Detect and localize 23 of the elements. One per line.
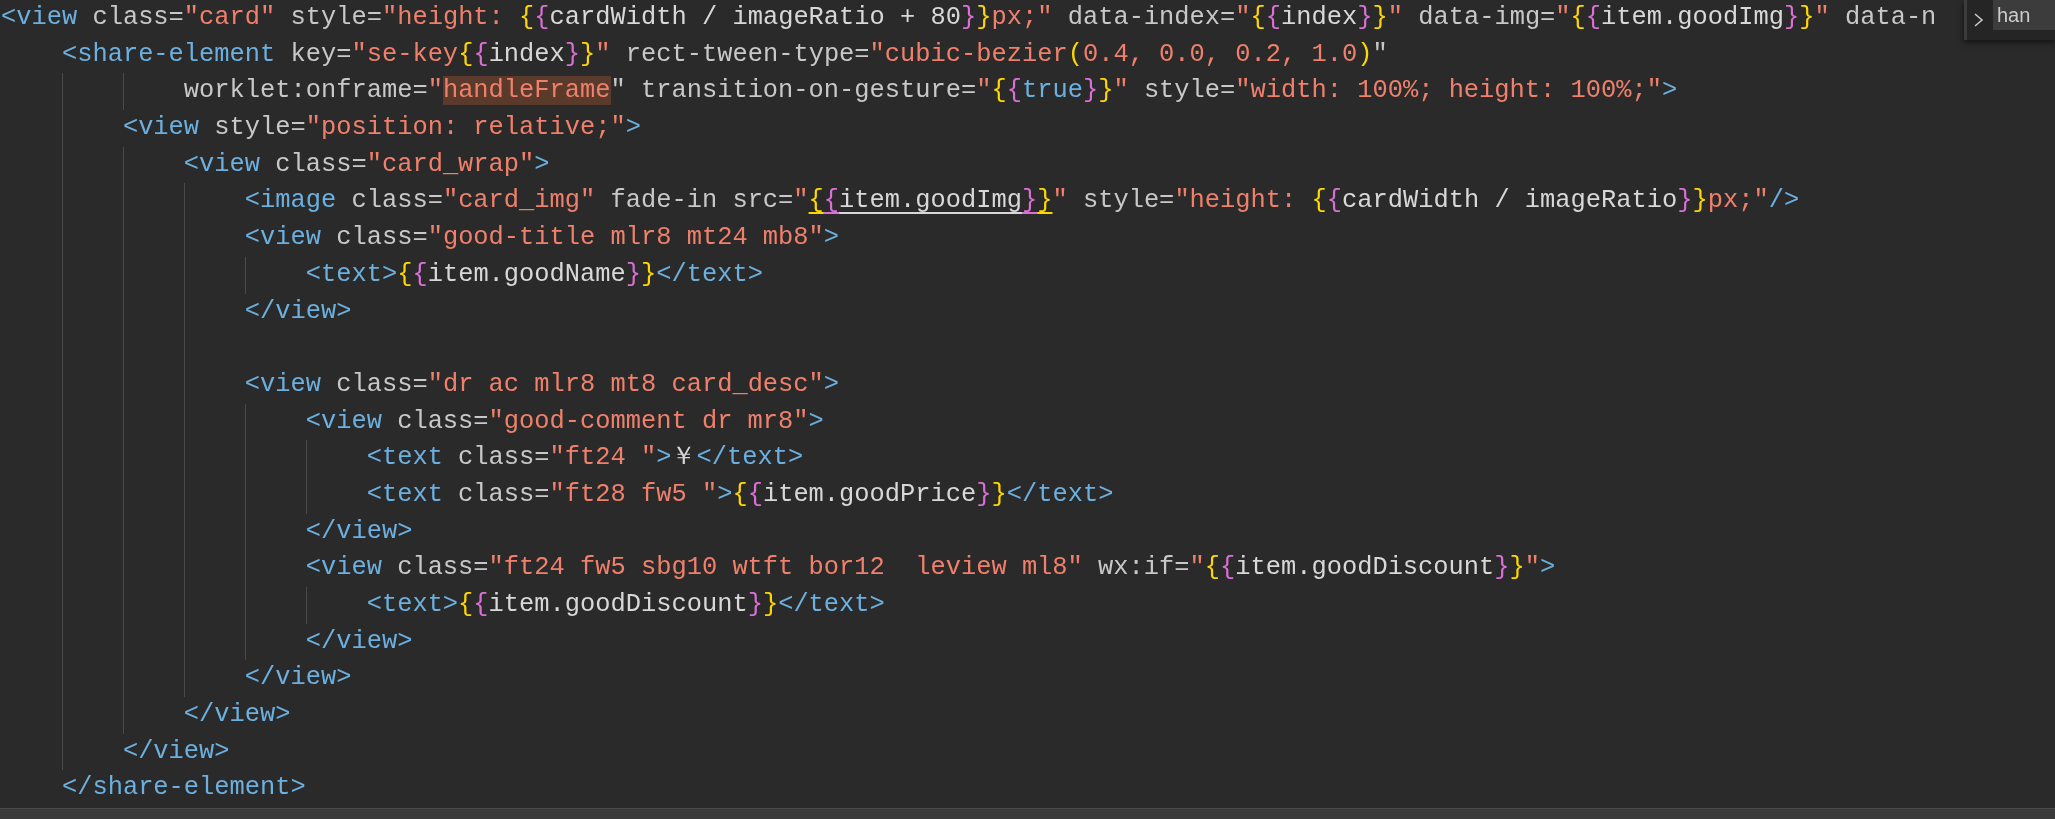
code-line: </view> (243, 663, 352, 693)
code-line: <view class="ft24 fw5 sbg10 wtft bor12 leview ml8" wx:if="{{item.goodDiscount}}"> (304, 553, 1556, 583)
code-line: </view> (182, 700, 291, 730)
code-line: <view class="good-title mlr8 mt24 mb8"> (243, 223, 840, 253)
code-line: </share-element> (60, 773, 306, 803)
code-line: </view> (304, 516, 413, 546)
chevron-icon[interactable] (1973, 12, 1985, 28)
code-line: <image class="card_img" fade-in src="{{item.goodImg}}" style="height: {{cardWidth / imageRatio}}px;"/> (243, 186, 1800, 216)
code-line: <text>{{item.goodDiscount}}</text> (365, 590, 885, 619)
code-line: <text class="ft24 ">￥</text> (365, 443, 804, 473)
code-line: <view class="dr ac mlr8 mt8 card_desc"> (243, 369, 840, 399)
code-line: <share-element key="se-key{{index}}" rect-tween-type="cubic-bezier(0.4, 0.0, 0.2, 1.0)" (60, 39, 1388, 69)
code-line: worklet:onframe="handleFrame" transition-on-gesture="{{true}}" style="width: 100%; height: 100%;"> (182, 76, 1678, 106)
code-line: </view> (243, 296, 352, 326)
code-line: <text class="ft28 fw5 ">{{item.goodPrice}}</text> (365, 479, 1114, 509)
code-line: <text>{{item.goodName}}</text> (304, 259, 763, 289)
code-line: <view class="card_wrap"> (182, 149, 550, 179)
code-line: <view style="position: relative;"> (121, 113, 641, 143)
code-line: </view> (304, 626, 413, 656)
code-line: </view> (121, 736, 230, 766)
code-line: <view class="good-comment dr mr8"> (304, 406, 824, 436)
search-field[interactable]: han (1993, 0, 2055, 30)
code-line: <view class="card" style="height: {{cardWidth / imageRatio + 80}}px;" data-index="{{index}}" data-img="{{item.goodImg}}" data-n (1, 3, 1937, 32)
